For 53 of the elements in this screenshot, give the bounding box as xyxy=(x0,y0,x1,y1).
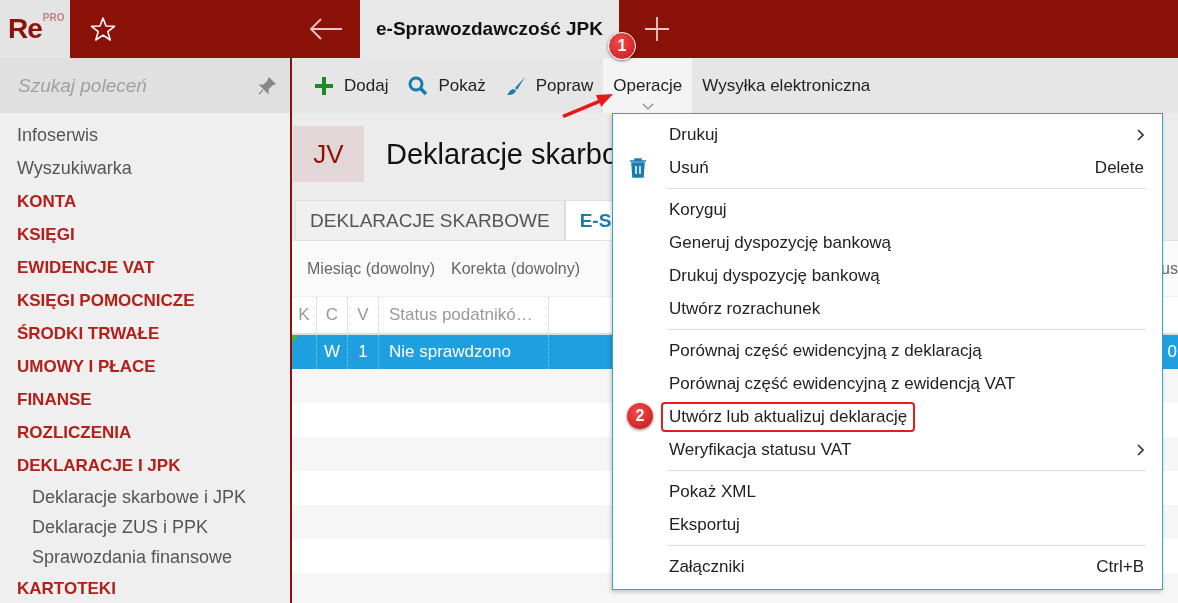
search-field[interactable]: Szukaj poleceń xyxy=(0,58,290,113)
menu-item[interactable]: Utwórz lub aktualizuj deklarację xyxy=(661,401,916,432)
sidebar-subitem[interactable]: Deklaracje ZUS i PPK xyxy=(32,512,209,542)
menu-item[interactable]: Porównaj część ewidencyjną z ewidencją VAT xyxy=(661,368,1024,399)
menu-item[interactable]: Eksportuj xyxy=(661,509,748,540)
sidebar-section[interactable]: KONTA xyxy=(17,185,77,218)
annotation-badge: 2 xyxy=(627,403,653,429)
sidebar-section[interactable]: ŚRODKI TRWAŁE xyxy=(17,317,160,350)
menu-item[interactable]: Generuj dyspozycję bankową xyxy=(661,227,900,258)
sidebar-section[interactable]: KSIĘGI POMOCNICZE xyxy=(17,284,195,317)
menu-item[interactable]: Utwórz rozrachunek xyxy=(661,293,829,324)
tab[interactable]: DEKLARACJE SKARBOWE xyxy=(295,200,565,240)
logo-text: Re xyxy=(8,13,42,45)
menu-item[interactable]: Pokaż XML xyxy=(661,476,764,507)
plus-icon xyxy=(314,75,334,96)
document-type-badge: JV xyxy=(293,126,364,182)
sidebar-section[interactable]: FINANSE xyxy=(17,383,92,416)
sidebar-section[interactable]: ROZLICZENIA xyxy=(17,416,132,449)
menu-item[interactable]: Usuń xyxy=(661,152,717,183)
menu-item[interactable]: Porównaj część ewidencyjną z deklaracją xyxy=(661,335,990,366)
menu-item[interactable]: Weryfikacja statusu VAT xyxy=(661,434,860,465)
shortcut-text: Ctrl+B xyxy=(1096,556,1144,577)
plus-icon[interactable] xyxy=(644,16,671,42)
sidebar-item[interactable]: Infoserwis xyxy=(17,119,99,152)
toolbar-button[interactable]: Popraw xyxy=(495,58,604,113)
sidebar-item[interactable]: Wyszukiwarka xyxy=(17,152,132,185)
toolbar-button[interactable]: Operacje xyxy=(603,58,693,113)
sidebar-subitem[interactable]: Sprawozdania finansowe xyxy=(32,542,233,572)
sidebar-section[interactable]: EWIDENCJE VAT xyxy=(17,251,155,284)
sidebar-section[interactable]: KARTOTEKI xyxy=(17,572,116,603)
star-icon[interactable] xyxy=(90,16,116,42)
sidebar-section[interactable]: KSIĘGI xyxy=(17,218,75,251)
sidebar-section[interactable]: UMOWY I PŁACE xyxy=(17,350,156,383)
search-input[interactable]: Szukaj poleceń xyxy=(18,74,258,97)
search-icon xyxy=(408,75,429,96)
sidebar-subitem[interactable]: Deklaracje skarbowe i JPK xyxy=(32,482,247,512)
menu-item[interactable]: Koryguj xyxy=(661,194,735,225)
logo-superscript-text: PRO xyxy=(42,12,65,23)
sidebar-section[interactable]: DEKLARACJE I JPK xyxy=(17,449,181,482)
menu-item[interactable]: Drukuj dyspozycję bankową xyxy=(661,260,888,291)
shortcut-text: Delete xyxy=(1094,157,1144,178)
menu-item[interactable]: Załączniki xyxy=(661,551,753,582)
trash-icon xyxy=(629,158,647,178)
menu-item[interactable]: Drukuj xyxy=(661,119,727,150)
filter-dropdown[interactable]: Miesiąc (dowolny) xyxy=(307,259,436,278)
toolbar-button[interactable]: Wysyłka elektroniczna xyxy=(692,58,881,113)
back-arrow-icon[interactable] xyxy=(309,18,343,40)
table-cell-text: 0 xyxy=(1166,341,1178,363)
filter-dropdown[interactable]: Korekta (dowolny) xyxy=(451,259,580,278)
caret-icon xyxy=(641,103,654,110)
pin-icon[interactable] xyxy=(258,76,276,95)
toolbar-button[interactable]: Dodaj xyxy=(304,58,399,113)
toolbar-button[interactable]: Pokaż xyxy=(398,58,496,113)
